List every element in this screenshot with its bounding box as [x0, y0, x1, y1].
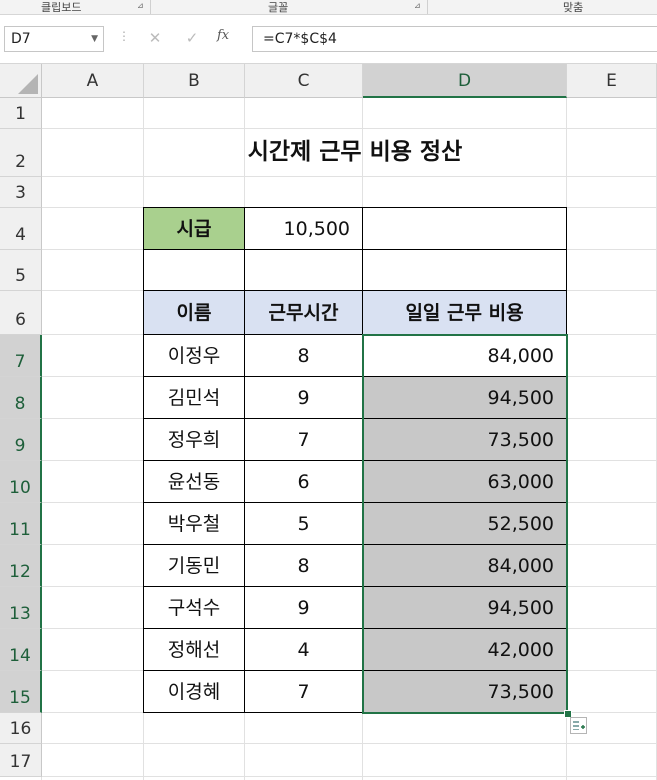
row-number: 14 [9, 646, 31, 666]
row-header-12[interactable]: 12 [0, 545, 42, 587]
row-number: 6 [15, 310, 26, 330]
row-number: 8 [14, 394, 26, 414]
row-header-16[interactable]: 16 [0, 713, 42, 744]
hours-cell[interactable]: 8 [244, 544, 363, 587]
row-header-9[interactable]: 9 [0, 419, 42, 461]
chevron-down-icon[interactable]: ▼ [91, 27, 98, 51]
row-number: 1 [15, 104, 26, 124]
hours-cell[interactable]: 9 [244, 376, 363, 419]
hours-cell[interactable]: 5 [244, 502, 363, 545]
row-header-2[interactable]: 2 [0, 129, 42, 177]
active-cell[interactable]: 84,000 [362, 334, 567, 377]
column-header-d[interactable]: D [363, 64, 567, 98]
ribbon-group-labels: 클립보드 ⊿ 글꼴 ⊿ 맞춤 [0, 0, 657, 15]
wage-value-cell[interactable]: 10,500 [244, 207, 363, 250]
more-options-icon[interactable]: ⋮ [118, 29, 130, 43]
name-box-value: D7 [11, 31, 31, 47]
row-number: 17 [9, 752, 32, 772]
row-header-5[interactable]: 5 [0, 250, 42, 291]
cost-cell[interactable]: 94,500 [362, 376, 567, 419]
formula-input[interactable]: =C7*$C$4 [252, 26, 657, 52]
name-cell[interactable]: 김민석 [143, 376, 245, 419]
hours-cell[interactable]: 7 [244, 670, 363, 713]
ribbon-separator [427, 0, 428, 14]
enter-icon[interactable]: ✓ [181, 29, 203, 47]
hours-cell[interactable]: 7 [244, 418, 363, 461]
cancel-icon[interactable]: ✕ [144, 29, 166, 47]
clipboard-launcher-icon[interactable]: ⊿ [137, 1, 146, 10]
name-cell[interactable]: 이경혜 [143, 670, 245, 713]
row-header-15[interactable]: 15 [0, 671, 42, 713]
header-daily-cost[interactable]: 일일 근무 비용 [362, 290, 567, 335]
row-number: 4 [15, 225, 26, 245]
row-header-4[interactable]: 4 [0, 208, 42, 250]
row-number: 5 [15, 266, 26, 286]
empty-cell[interactable] [362, 207, 567, 250]
hours-cell[interactable]: 9 [244, 586, 363, 629]
row-number: 3 [15, 183, 26, 203]
row-number: 10 [9, 478, 31, 498]
cost-cell[interactable]: 52,500 [362, 502, 567, 545]
row-header-3[interactable]: 3 [0, 177, 42, 208]
column-header-a[interactable]: A [42, 64, 144, 98]
name-cell[interactable]: 정우희 [143, 418, 245, 461]
cost-cell[interactable]: 73,500 [362, 670, 567, 713]
font-launcher-icon[interactable]: ⊿ [414, 1, 423, 10]
select-all-corner[interactable] [0, 64, 42, 98]
column-header-c[interactable]: C [245, 64, 363, 98]
name-cell[interactable]: 박우철 [143, 502, 245, 545]
row-header-6[interactable]: 6 [0, 291, 42, 335]
name-cell[interactable]: 정해선 [143, 628, 245, 671]
cost-cell[interactable]: 94,500 [362, 586, 567, 629]
empty-cell[interactable] [143, 249, 245, 291]
hours-cell[interactable]: 4 [244, 628, 363, 671]
column-header-e[interactable]: E [567, 64, 657, 98]
sheet-title[interactable]: 시간제 근무 비용 정산 [143, 128, 567, 177]
ribbon-separator [150, 0, 151, 14]
cost-cell[interactable]: 42,000 [362, 628, 567, 671]
cost-cell[interactable]: 73,500 [362, 418, 567, 461]
name-cell[interactable]: 윤선동 [143, 460, 245, 503]
gridline [42, 743, 657, 744]
row-number: 15 [9, 688, 31, 708]
ribbon-group-font: 글꼴 [268, 1, 289, 14]
row-number: 12 [9, 562, 31, 582]
quick-analysis-icon[interactable] [570, 717, 587, 734]
row-header-7[interactable]: 7 [0, 335, 42, 377]
row-header-13[interactable]: 13 [0, 587, 42, 629]
formula-bar: D7 ▼ ⋮ ✕ ✓ fx =C7*$C$4 [0, 15, 657, 64]
function-icon[interactable]: fx [217, 28, 229, 43]
name-cell[interactable]: 이정우 [143, 334, 245, 377]
row-number: 2 [15, 152, 26, 172]
row-number: 7 [14, 352, 26, 372]
name-cell[interactable]: 기동민 [143, 544, 245, 587]
ribbon-group-clipboard: 클립보드 [41, 1, 82, 14]
name-box[interactable]: D7 ▼ [4, 26, 104, 52]
row-header-14[interactable]: 14 [0, 629, 42, 671]
hours-cell[interactable]: 8 [244, 334, 363, 377]
hours-cell[interactable]: 6 [244, 460, 363, 503]
row-header-17[interactable]: 17 [0, 744, 42, 777]
gridline [42, 776, 657, 777]
row-header-10[interactable]: 10 [0, 461, 42, 503]
empty-cell[interactable] [362, 249, 567, 291]
row-number: 9 [14, 436, 26, 456]
header-name[interactable]: 이름 [143, 290, 245, 335]
cost-cell[interactable]: 63,000 [362, 460, 567, 503]
wage-label-cell[interactable]: 시급 [143, 207, 245, 250]
row-number: 11 [9, 520, 31, 540]
row-number: 16 [9, 719, 32, 739]
row-header-11[interactable]: 11 [0, 503, 42, 545]
column-header-b[interactable]: B [144, 64, 245, 98]
row-header-1[interactable]: 1 [0, 98, 42, 129]
empty-cell[interactable] [244, 249, 363, 291]
ribbon-group-alignment: 맞춤 [563, 1, 584, 14]
cost-cell[interactable]: 84,000 [362, 544, 567, 587]
row-number: 13 [9, 604, 31, 624]
header-hours[interactable]: 근무시간 [244, 290, 363, 335]
name-cell[interactable]: 구석수 [143, 586, 245, 629]
row-header-8[interactable]: 8 [0, 377, 42, 419]
